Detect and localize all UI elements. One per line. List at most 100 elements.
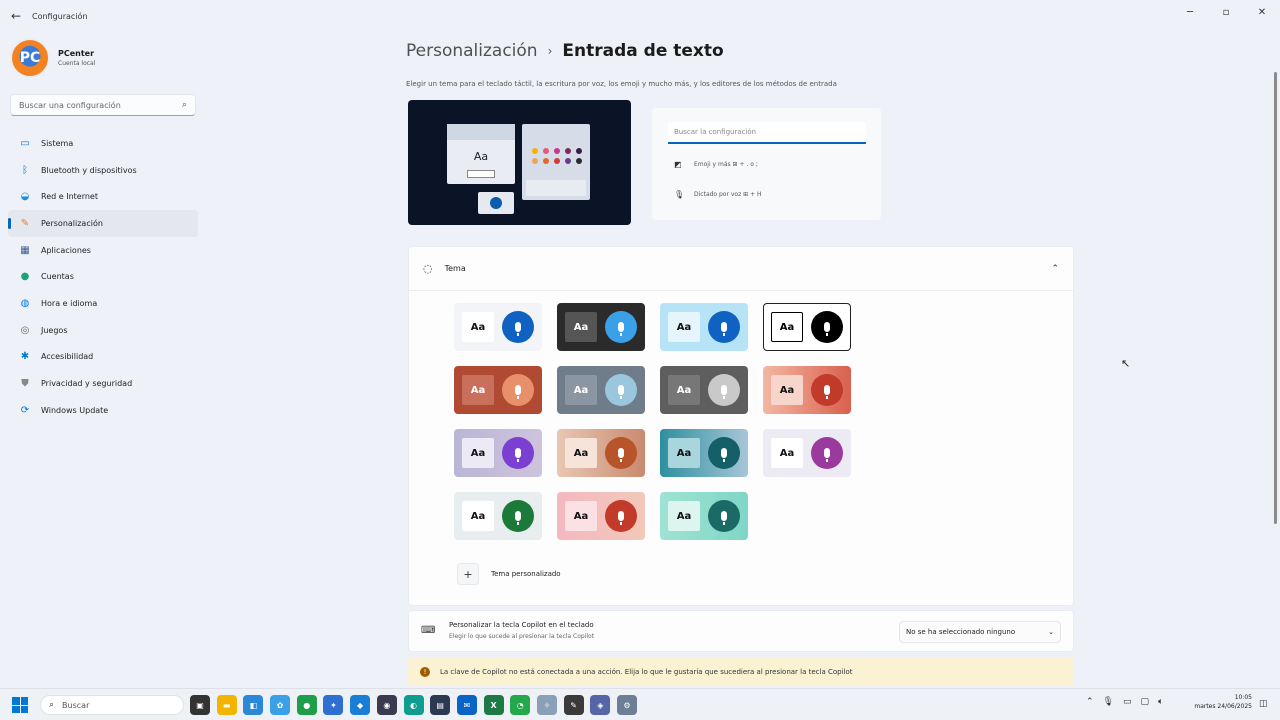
windows-logo-pane xyxy=(20,705,28,713)
microphone-icon[interactable]: 🎙︎ xyxy=(1103,697,1114,707)
sidebar-item-accesibilidad[interactable]: ✱ Accesibilidad xyxy=(8,344,198,371)
sidebar-item-label: Red e Internet xyxy=(41,192,98,202)
theme-swatch-sunset[interactable]: Aa xyxy=(763,366,851,414)
sidebar-item-aplicaciones[interactable]: ▦ Aplicaciones xyxy=(8,237,198,264)
theme-swatch-sand[interactable]: Aa xyxy=(557,429,645,477)
theme-swatch-high-contrast[interactable]: Aa xyxy=(763,303,851,351)
bluetooth-icon: ᛒ xyxy=(22,164,28,176)
minimize-button[interactable]: ─ xyxy=(1172,0,1208,24)
theme-swatch-aqua[interactable]: Aa xyxy=(660,492,748,540)
sidebar-item-sistema[interactable]: ▭ Sistema xyxy=(8,130,198,157)
taskbar-app-editor[interactable]: ✎ xyxy=(563,695,584,715)
chevron-up-icon[interactable]: ⌃ xyxy=(1086,697,1094,707)
preview-emoji-row: ◩ Emoji y más ⊞ + . o ; xyxy=(674,160,758,169)
start-button[interactable] xyxy=(12,697,28,713)
page-scrollbar[interactable] xyxy=(1274,72,1277,524)
taskbar-app-task-view[interactable]: ▣ xyxy=(190,695,210,715)
theme-section-header[interactable]: ◌ Tema ⌃ xyxy=(409,247,1073,291)
taskbar-app-app-dark[interactable]: ▤ xyxy=(430,695,451,715)
sidebar-item-cuentas[interactable]: ● Cuentas xyxy=(8,263,198,290)
copilot-select-value: No se ha seleccionado ninguno xyxy=(906,628,1016,636)
preview-settings-panel: ◩ Emoji y más ⊞ + . o ; 🎙︎ Dictado por v… xyxy=(652,108,881,220)
sidebar-item-privacidad-y-seguridad[interactable]: ⛊ Privacidad y seguridad xyxy=(8,370,198,397)
theme-swatch-sky[interactable]: Aa xyxy=(660,303,748,351)
theme-swatch-orchid[interactable]: Aa xyxy=(763,429,851,477)
taskbar-app-photos[interactable]: ✿ xyxy=(270,695,291,715)
battery-icon[interactable]: ▭ xyxy=(1123,697,1132,707)
theme-swatch-dark[interactable]: Aa xyxy=(557,303,645,351)
user-profile[interactable]: PC PCenter Cuenta local xyxy=(10,38,95,78)
sidebar-item-label: Hora e idioma xyxy=(41,298,98,308)
clock-date: martes 24/06/2025 xyxy=(1194,703,1252,710)
taskbar-app-security[interactable]: ◈ xyxy=(590,695,611,715)
taskbar-app-excel[interactable]: X xyxy=(483,695,504,715)
maximize-button[interactable]: ▫ xyxy=(1208,0,1244,24)
taskbar-search[interactable]: ⌕ xyxy=(40,695,184,715)
theme-swatch-aa: Aa xyxy=(668,501,700,531)
sidebar-item-juegos[interactable]: ◎ Juegos xyxy=(8,317,198,344)
back-button[interactable]: ← xyxy=(0,0,32,32)
notification-bell-icon[interactable]: ◫ xyxy=(1259,699,1268,709)
microphone-glyph xyxy=(618,322,624,336)
taskbar-app-file-explorer[interactable]: ▬ xyxy=(216,695,237,715)
microphone-icon xyxy=(502,374,534,406)
theme-swatch-lavender[interactable]: Aa xyxy=(454,429,542,477)
settings-search-box[interactable]: ⌕ xyxy=(10,94,196,116)
sidebar-item-red-e-internet[interactable]: ◒ Red e Internet xyxy=(8,183,198,210)
microphone-glyph xyxy=(618,448,624,462)
taskbar-app-edge[interactable]: ◐ xyxy=(403,695,424,715)
theme-swatch-brick[interactable]: Aa xyxy=(454,366,542,414)
taskbar-app-obs[interactable]: ◉ xyxy=(376,695,397,715)
arrow-left-icon: ← xyxy=(10,9,22,23)
page-description: Elegir un tema para el teclado táctil, l… xyxy=(406,80,837,88)
custom-theme-button[interactable]: + Tema personalizado xyxy=(457,563,561,585)
sidebar-nav: ▭ Sistema ᛒ Bluetooth y dispositivos ◒ Red e … xyxy=(8,130,198,424)
warning-text: La clave de Copilot no está conectada a … xyxy=(440,667,853,676)
taskbar-clock[interactable]: 10:05 martes 24/06/2025 xyxy=(1184,694,1252,710)
taskbar-app-chrome[interactable]: ● xyxy=(296,695,317,715)
windows-logo-icon xyxy=(12,697,20,705)
sidebar-item-personalización[interactable]: ✎ Personalización xyxy=(8,210,198,237)
theme-swatch-slate[interactable]: Aa xyxy=(557,366,645,414)
sidebar-item-windows-update[interactable]: ⟳ Windows Update xyxy=(8,397,198,424)
preview-emoji-dot xyxy=(565,158,571,164)
microphone-icon xyxy=(811,374,843,406)
theme-swatch-aa: Aa xyxy=(462,312,494,342)
search-icon: ⌕ xyxy=(49,700,55,710)
speaker-icon[interactable]: 🔈︎ xyxy=(1158,697,1163,707)
sidebar-item-bluetooth-y-dispositivos[interactable]: ᛒ Bluetooth y dispositivos xyxy=(8,157,198,184)
close-button[interactable]: ✕ xyxy=(1244,0,1280,24)
microphone-glyph xyxy=(824,448,830,462)
theme-swatch-aa: Aa xyxy=(462,375,494,405)
settings-search-input[interactable] xyxy=(19,100,182,110)
display-icon[interactable]: ▢ xyxy=(1141,697,1150,707)
theme-swatch-rose[interactable]: Aa xyxy=(557,492,645,540)
microphone-glyph xyxy=(515,322,521,336)
custom-theme-label: Tema personalizado xyxy=(491,570,561,578)
taskbar-app-vscode[interactable]: ◆ xyxy=(350,695,371,715)
sidebar-item-hora-e-idioma[interactable]: ◍ Hora e idioma xyxy=(8,290,198,317)
taskbar-app-app-blue[interactable]: ✦ xyxy=(323,695,344,715)
wifi-icon: ◒ xyxy=(20,191,30,203)
microphone-icon xyxy=(502,311,534,343)
shield-icon: ⛊ xyxy=(21,378,29,390)
theme-swatch-teal-glass[interactable]: Aa xyxy=(660,429,748,477)
breadcrumb-parent[interactable]: Personalización xyxy=(406,41,538,61)
copilot-action-select[interactable]: No se ha seleccionado ninguno ⌄ xyxy=(899,621,1061,643)
taskbar-app-settings[interactable]: ⚙ xyxy=(617,695,637,715)
preview-emoji-bottom xyxy=(526,180,586,196)
theme-swatch-light-blue[interactable]: Aa xyxy=(454,303,542,351)
preview-emoji-label: Emoji y más ⊞ + . o ; xyxy=(694,161,758,168)
keyboard-theme-preview: Aa xyxy=(408,100,631,225)
theme-swatch-aa: Aa xyxy=(668,375,700,405)
search-icon[interactable]: ⌕ xyxy=(182,100,187,110)
theme-swatch-graphite[interactable]: Aa xyxy=(660,366,748,414)
chevron-up-icon[interactable]: ⌃ xyxy=(1051,264,1059,274)
theme-swatch-mint[interactable]: Aa xyxy=(454,492,542,540)
taskbar-app-app-light[interactable]: ✧ xyxy=(536,695,557,715)
taskbar-app-outlook[interactable]: ✉ xyxy=(456,695,477,715)
taskbar-app-store[interactable]: ◧ xyxy=(243,695,264,715)
taskbar-search-input[interactable] xyxy=(62,700,163,710)
preview-emoji-dot xyxy=(543,148,549,154)
taskbar-app-whatsapp[interactable]: ◔ xyxy=(510,695,531,715)
